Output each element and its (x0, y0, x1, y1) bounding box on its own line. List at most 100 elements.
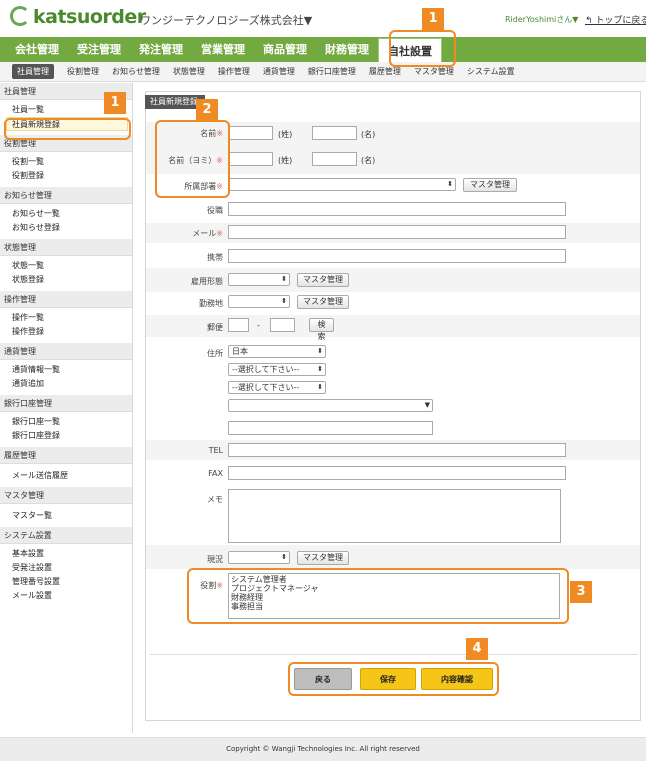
select-arrow-icon: ⬍ (447, 180, 453, 188)
last-name-input[interactable] (228, 126, 273, 140)
sidebar-item[interactable]: マスター覧 (0, 509, 132, 523)
sidebar-group: マスタ管理 (0, 487, 132, 504)
top-link[interactable]: ↰ トップに戻る (585, 13, 646, 26)
sidebar-item[interactable]: 銀行口座登録 (0, 429, 132, 443)
sub-nav-history[interactable]: 履歴管理 (369, 66, 401, 77)
work-label: 勤務地 (199, 299, 223, 308)
sidebar-item[interactable]: 銀行口座一覧 (0, 415, 132, 429)
status-master-button[interactable]: マスタ管理 (297, 551, 349, 565)
sidebar-item[interactable]: 操作一覧 (0, 311, 132, 325)
company-selector[interactable]: ワンジーテクノロジーズ株式会社▼ (140, 12, 312, 28)
sidebar-item[interactable]: 状態登録 (0, 273, 132, 287)
chevron-down-icon: ▼ (424, 401, 430, 409)
main-nav-purchase[interactable]: 発注管理 (130, 37, 192, 62)
zip-search-button[interactable]: 検索 (309, 318, 334, 341)
logo-icon (10, 6, 30, 26)
dept-select[interactable]: ⬍ (228, 178, 456, 191)
sidebar-item[interactable]: 操作登録 (0, 325, 132, 339)
work-select[interactable]: ⬍ (228, 295, 290, 308)
employ-master-button[interactable]: マスタ管理 (297, 273, 349, 287)
sidebar: 社員管理 社員一覧 社員新規登録 役割管理 役割一覧 役割登録 お知らせ管理 お… (0, 83, 133, 733)
last-hint: (姓) (278, 130, 293, 139)
sidebar-item[interactable]: メール設置 (0, 589, 132, 603)
main-nav-sales[interactable]: 営業管理 (192, 37, 254, 62)
select-arrow-icon: ⬍ (317, 347, 323, 355)
last-kana-input[interactable] (228, 152, 273, 166)
select-arrow-icon: ⬍ (317, 383, 323, 391)
select-arrow-icon: ⬍ (281, 553, 287, 561)
city-select[interactable]: --選択して下さい-- ⬍ (228, 381, 326, 394)
sub-nav-employees[interactable]: 社員管理 (12, 64, 54, 79)
sidebar-item[interactable]: お知らせ一覧 (0, 207, 132, 221)
sub-nav-bank[interactable]: 銀行口座管理 (308, 66, 356, 77)
sidebar-item[interactable]: 管理番号設置 (0, 575, 132, 589)
mobile-input[interactable] (228, 249, 566, 263)
sidebar-group: お知らせ管理 (0, 187, 132, 204)
sidebar-item[interactable]: 役割一覧 (0, 155, 132, 169)
sidebar-group: 銀行口座管理 (0, 395, 132, 412)
callout-number: 4 (466, 638, 488, 660)
sidebar-item[interactable]: 状態一覧 (0, 259, 132, 273)
main-nav-products[interactable]: 商品管理 (254, 37, 316, 62)
zip-input-1[interactable] (228, 318, 249, 332)
main-nav-finance[interactable]: 財務管理 (316, 37, 378, 62)
sub-nav-system[interactable]: システム設置 (467, 66, 515, 77)
sidebar-group: 状態管理 (0, 239, 132, 256)
footer: Copyright © Wangji Technologies Inc. All… (0, 737, 646, 761)
status-label: 現況 (207, 555, 223, 564)
area-select[interactable]: ▼ (228, 399, 433, 412)
country-select[interactable]: 日本 ⬍ (228, 345, 326, 358)
fax-input[interactable] (228, 466, 566, 480)
title-label: 役職 (207, 206, 223, 215)
main-nav-orders[interactable]: 受注管理 (68, 37, 130, 62)
mail-label: メール※ (192, 229, 223, 238)
logo[interactable]: katsuorder (10, 6, 146, 28)
work-master-button[interactable]: マスタ管理 (297, 295, 349, 309)
sub-nav-currency[interactable]: 通貨管理 (263, 66, 295, 77)
memo-label: メモ (207, 495, 223, 504)
status-select[interactable]: ⬍ (228, 551, 290, 564)
title-input[interactable] (228, 202, 566, 216)
sub-nav-master[interactable]: マスタ管理 (414, 66, 454, 77)
dept-master-button[interactable]: マスタ管理 (463, 178, 517, 192)
sub-nav-status[interactable]: 状態管理 (173, 66, 205, 77)
sidebar-group: 履歴管理 (0, 447, 132, 464)
fax-label: FAX (208, 469, 223, 478)
divider (150, 654, 638, 655)
first-name-input[interactable] (312, 126, 357, 140)
prefecture-select[interactable]: --選択して下さい-- ⬍ (228, 363, 326, 376)
address-input[interactable] (228, 421, 433, 435)
sidebar-item[interactable]: お知らせ登録 (0, 221, 132, 235)
callout-box (187, 568, 569, 624)
sidebar-item[interactable]: 基本設置 (0, 547, 132, 561)
tel-input[interactable] (228, 443, 566, 457)
callout-box (4, 118, 131, 140)
first-kana-input[interactable] (312, 152, 357, 166)
sidebar-item[interactable]: 通貨追加 (0, 377, 132, 391)
callout-number: 2 (196, 99, 218, 121)
sidebar-group: 操作管理 (0, 291, 132, 308)
first-hint: (名) (361, 130, 376, 139)
sub-nav-roles[interactable]: 役割管理 (67, 66, 99, 77)
callout-box (288, 662, 499, 696)
mail-input[interactable] (228, 225, 566, 239)
main-nav: 会社管理 受注管理 発注管理 営業管理 商品管理 財務管理 自社設置 (0, 37, 646, 63)
user-menu[interactable]: RiderYoshimiさん▼ (505, 14, 578, 25)
last-hint: (姓) (278, 156, 293, 165)
callout-number: 3 (570, 581, 592, 603)
callout-number: 1 (422, 8, 444, 30)
callout-box (389, 30, 456, 67)
sidebar-group: システム設置 (0, 527, 132, 544)
sidebar-item[interactable]: 役割登録 (0, 169, 132, 183)
memo-textarea[interactable] (228, 489, 561, 543)
zip-label: 郵便 (207, 323, 223, 332)
sidebar-item[interactable]: メール送信履歴 (0, 469, 132, 483)
sidebar-item[interactable]: 通貨情報一覧 (0, 363, 132, 377)
sidebar-group: 通貨管理 (0, 343, 132, 360)
sidebar-item[interactable]: 受発注設置 (0, 561, 132, 575)
sub-nav-notices[interactable]: お知らせ管理 (112, 66, 160, 77)
sub-nav-operations[interactable]: 操作管理 (218, 66, 250, 77)
zip-input-2[interactable] (270, 318, 295, 332)
employ-select[interactable]: ⬍ (228, 273, 290, 286)
main-nav-company[interactable]: 会社管理 (6, 37, 68, 62)
